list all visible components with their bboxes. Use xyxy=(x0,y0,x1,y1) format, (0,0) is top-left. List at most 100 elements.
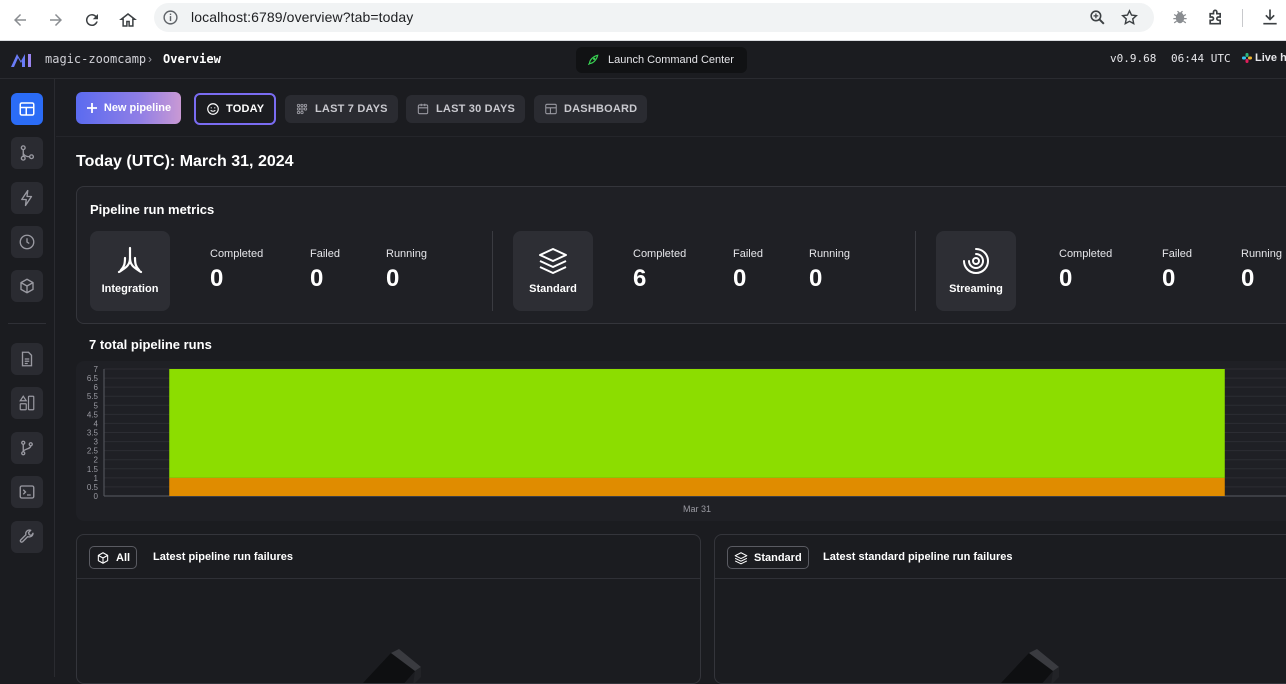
sidebar-item-templates[interactable] xyxy=(11,387,43,419)
y-tick-label: 3 xyxy=(94,438,99,447)
streaming-completed-label: Completed xyxy=(1059,248,1113,260)
standard-running-label: Running xyxy=(809,248,850,260)
y-tick-label: 1.5 xyxy=(87,465,99,474)
plus-icon xyxy=(86,103,97,113)
download-icon[interactable] xyxy=(1260,7,1280,27)
sidebar-item-settings[interactable] xyxy=(11,521,43,553)
sidebar-item-files[interactable] xyxy=(11,343,43,375)
tab-dashboard-label: DASHBOARD xyxy=(564,103,638,115)
y-tick-label: 4 xyxy=(94,419,99,428)
wrench-icon xyxy=(19,529,34,543)
toolbar-divider xyxy=(1242,9,1243,27)
standard-failures-title: Latest standard pipeline run failures xyxy=(823,551,1013,563)
lightning-icon xyxy=(21,189,33,207)
breadcrumb-project[interactable]: magic-zoomcamp xyxy=(45,52,146,66)
command-center-label: Launch Command Center xyxy=(608,54,734,66)
layers-icon xyxy=(539,248,567,274)
standard-running-value: 0 xyxy=(809,265,823,292)
streaming-failed-value: 0 xyxy=(1162,265,1176,292)
mage-logo-icon[interactable] xyxy=(10,52,34,68)
tab-last-7-days-label: LAST 7 DAYS xyxy=(315,103,388,115)
page-title: Today (UTC): March 31, 2024 xyxy=(76,153,294,170)
dashboard-icon xyxy=(19,102,35,116)
sidebar-item-triggers[interactable] xyxy=(11,182,43,214)
y-tick-label: 6.5 xyxy=(87,374,99,383)
streaming-completed-value: 0 xyxy=(1059,265,1073,292)
url-text[interactable]: localhost:6789/overview?tab=today xyxy=(191,9,413,25)
tab-today[interactable]: TODAY xyxy=(194,93,277,125)
back-button[interactable] xyxy=(6,6,34,34)
integration-type-box: Integration xyxy=(90,231,170,311)
all-failures-panel: All Latest pipeline run failures xyxy=(76,534,701,684)
sidebar-item-version-control[interactable] xyxy=(11,432,43,464)
breadcrumb-page: Overview xyxy=(163,52,221,66)
tab-last-30-days-label: LAST 30 DAYS xyxy=(436,103,516,115)
y-tick-label: 1 xyxy=(94,474,99,483)
sidebar-item-overview[interactable] xyxy=(11,93,43,125)
all-tag: All xyxy=(89,546,138,569)
all-failures-title: Latest pipeline run failures xyxy=(153,551,293,563)
sidebar-item-pipelines[interactable] xyxy=(11,137,43,169)
puzzle-extension-icon[interactable] xyxy=(1206,7,1226,27)
file-icon xyxy=(21,351,33,367)
empty-state-illustration-icon xyxy=(363,649,421,683)
forward-button[interactable] xyxy=(42,6,70,34)
streaming-icon xyxy=(963,248,989,274)
terminal-icon xyxy=(19,485,35,499)
star-icon[interactable] xyxy=(1120,8,1139,27)
home-button[interactable] xyxy=(114,6,142,34)
launch-command-center-button[interactable]: Launch Command Center xyxy=(576,47,747,73)
metrics-title: Pipeline run metrics xyxy=(90,202,215,217)
total-runs-title: 7 total pipeline runs xyxy=(89,337,212,352)
reload-button[interactable] xyxy=(78,6,106,34)
layers-icon xyxy=(734,551,748,564)
standard-completed-value: 6 xyxy=(633,265,647,292)
tab-last-7-days[interactable]: LAST 7 DAYS xyxy=(285,95,398,123)
cube-icon xyxy=(97,551,109,564)
live-help-label: Live he xyxy=(1255,52,1286,64)
cube-icon xyxy=(20,278,34,294)
integration-failed-label: Failed xyxy=(310,248,340,260)
y-tick-label: 0 xyxy=(94,492,99,501)
reload-icon xyxy=(85,14,98,27)
tab-today-label: TODAY xyxy=(226,103,265,115)
info-icon[interactable] xyxy=(162,9,179,26)
app-header: magic-zoomcamp › Overview Launch Command… xyxy=(0,41,1286,79)
pipeline-runs-chart: 0 0.5 1 1.5 2 2.5 3 3.5 4 4.5 5 5.5 6 6.5 7 Mar 31 xyxy=(76,361,1286,521)
standard-tag-label: Standard xyxy=(754,551,802,564)
standard-tag: Standard xyxy=(727,546,809,569)
sidebar-item-terminal[interactable] xyxy=(11,476,43,508)
utc-time: 06:44 UTC xyxy=(1171,52,1231,65)
new-pipeline-button[interactable]: New pipeline xyxy=(76,92,181,124)
standard-failures-header: Standard Latest standard pipeline run fa… xyxy=(715,535,1286,579)
standard-label: Standard xyxy=(529,283,577,295)
pipeline-icon xyxy=(20,145,35,161)
metrics-divider xyxy=(492,231,493,311)
breadcrumb-separator: › xyxy=(148,52,152,66)
standard-type-box: Standard xyxy=(513,231,593,311)
integration-completed-value: 0 xyxy=(210,265,224,292)
sidebar-item-blocks[interactable] xyxy=(11,270,43,302)
empty-state-illustration-icon xyxy=(1001,649,1059,683)
sidebar-item-runs[interactable] xyxy=(11,226,43,258)
standard-failed-value: 0 xyxy=(733,265,747,292)
tab-last-30-days[interactable]: LAST 30 DAYS xyxy=(406,95,526,123)
live-help-link[interactable]: Live he xyxy=(1242,52,1286,64)
metrics-divider xyxy=(915,231,916,311)
integration-running-value: 0 xyxy=(386,265,400,292)
arrow-left-icon xyxy=(14,14,26,26)
zoom-icon[interactable] xyxy=(1088,8,1107,27)
y-tick-label: 4.5 xyxy=(87,410,99,419)
bug-extension-icon[interactable] xyxy=(1170,7,1190,27)
all-failures-header: All Latest pipeline run failures xyxy=(77,535,700,579)
pipeline-run-metrics-card: Pipeline run metrics Integration Complet… xyxy=(76,186,1286,324)
main-content: New pipeline TODAY LAST 7 DAYS LAST 30 D… xyxy=(56,79,1286,684)
streaming-running-label: Running xyxy=(1241,248,1282,260)
address-bar[interactable]: localhost:6789/overview?tab=today xyxy=(154,3,1154,32)
grid-dots-icon xyxy=(296,103,308,115)
y-tick-label: 2 xyxy=(94,456,99,465)
streaming-failed-label: Failed xyxy=(1162,248,1192,260)
integration-icon xyxy=(117,246,143,274)
tab-dashboard[interactable]: DASHBOARD xyxy=(534,95,648,123)
streaming-label: Streaming xyxy=(949,283,1003,295)
